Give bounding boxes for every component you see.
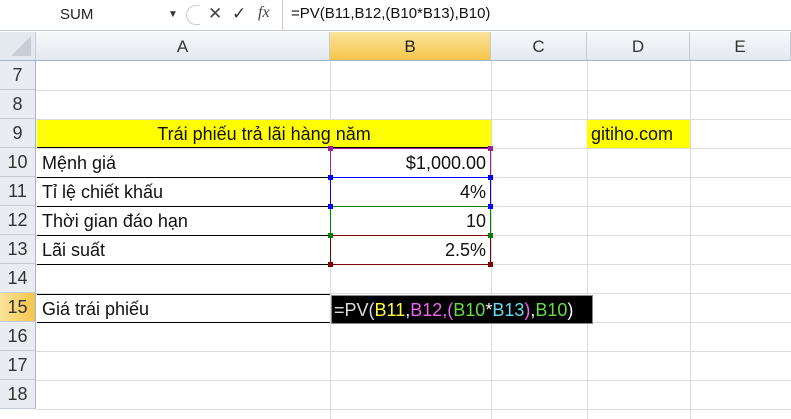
cell-a15[interactable]: Giá trái phiếu <box>37 294 330 323</box>
row-header-15[interactable]: 15 <box>0 293 36 322</box>
formula-part: ) <box>567 300 574 320</box>
cell-d9-link[interactable]: gitiho.com <box>587 120 690 148</box>
row-header-8[interactable]: 8 <box>0 90 36 119</box>
name-box[interactable]: SUM <box>0 3 180 27</box>
formula-input[interactable]: =PV(B11,B12,(B10*B13),B10) <box>282 0 791 31</box>
row-header-7[interactable]: 7 <box>0 61 36 90</box>
cell-b12[interactable]: 10 <box>330 206 491 236</box>
ref-b13: B13 <box>492 300 525 320</box>
ref-b10: B10 <box>535 300 568 320</box>
row-header-10[interactable]: 10 <box>0 148 36 177</box>
cell-b11[interactable]: 4% <box>330 177 491 207</box>
row-header-13[interactable]: 13 <box>0 235 36 264</box>
cell-b10[interactable]: $1,000.00 <box>330 148 491 178</box>
select-all-button[interactable] <box>0 32 36 61</box>
enter-icon[interactable]: ✓ <box>232 4 246 24</box>
ref-b10: B10 <box>453 300 486 320</box>
cell-a10[interactable]: Mệnh giá <box>37 149 330 178</box>
column-header-d[interactable]: D <box>587 32 690 61</box>
ref-b11: B11 <box>374 300 406 320</box>
formula-bar: SUM ▼ ✕ ✓ fx =PV(B11,B12,(B10*B13),B10) <box>0 0 791 31</box>
ref-b12: B12 <box>410 300 443 320</box>
cell-b13[interactable]: 2.5% <box>330 235 491 265</box>
row-header-18[interactable]: 18 <box>0 380 36 409</box>
row-header-14[interactable]: 14 <box>0 264 36 293</box>
name-box-dropdown-icon[interactable]: ▼ <box>168 9 178 20</box>
column-header-a[interactable]: A <box>36 32 330 61</box>
splitter-handle[interactable] <box>186 5 200 25</box>
cancel-icon[interactable]: ✕ <box>208 4 222 24</box>
row-header-12[interactable]: 12 <box>0 206 36 235</box>
cell-b15-editor[interactable]: =PV(B11,B12,(B10*B13),B10) <box>331 295 593 324</box>
cell-a9-title[interactable]: Trái phiếu trả lãi hàng năm <box>37 120 491 148</box>
column-header-e[interactable]: E <box>690 32 791 61</box>
insert-function-icon[interactable]: fx <box>258 4 270 22</box>
row-header-17[interactable]: 17 <box>0 351 36 380</box>
row-header-16[interactable]: 16 <box>0 322 36 351</box>
formula-part: =PV( <box>334 300 375 320</box>
column-header-c[interactable]: C <box>491 32 587 61</box>
cell-a12[interactable]: Thời gian đáo hạn <box>37 207 330 236</box>
formula-part: ,( <box>442 300 454 320</box>
column-header-b[interactable]: B <box>330 32 491 61</box>
cell-a13[interactable]: Lãi suất <box>37 236 330 265</box>
row-header-11[interactable]: 11 <box>0 177 36 206</box>
cell-a11[interactable]: Tỉ lệ chiết khấu <box>37 178 330 207</box>
row-header-9[interactable]: 9 <box>0 119 36 148</box>
